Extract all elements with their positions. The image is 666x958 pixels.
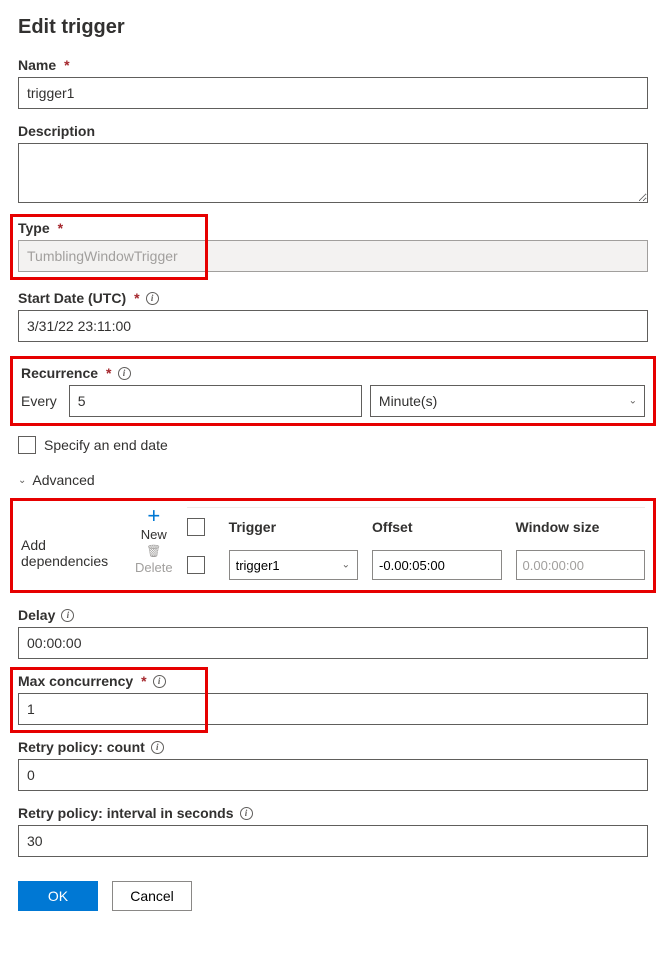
row-checkbox[interactable] xyxy=(187,556,205,574)
dependencies-header: Trigger Offset Window size xyxy=(187,514,645,546)
description-field: Description xyxy=(18,123,648,206)
page-title: Edit trigger xyxy=(18,16,648,39)
delay-label: Delay i xyxy=(18,607,648,623)
col-trigger: Trigger xyxy=(229,519,358,535)
recurrence-unit-wrap: Minute(s) ⌄ xyxy=(370,385,645,417)
type-label: Type* xyxy=(18,220,648,236)
cancel-button[interactable]: Cancel xyxy=(112,881,192,911)
ok-button[interactable]: OK xyxy=(18,881,98,911)
info-icon[interactable]: i xyxy=(118,367,131,380)
dependencies-actions: + New 🗑 Delete xyxy=(135,507,173,584)
every-input[interactable] xyxy=(69,385,362,417)
plus-icon[interactable]: + xyxy=(147,507,160,525)
dep-window-input[interactable] xyxy=(516,550,645,580)
max-concurrency-field: Max concurrency* i xyxy=(18,673,648,725)
delay-input[interactable] xyxy=(18,627,648,659)
dependencies-highlight: Add dependencies + New 🗑 Delete Trigger … xyxy=(10,498,656,593)
delay-field: Delay i xyxy=(18,607,648,659)
dep-trigger-select[interactable]: trigger1 xyxy=(229,550,358,580)
name-label: Name* xyxy=(18,57,648,73)
dep-offset-input[interactable] xyxy=(372,550,501,580)
type-field: Type* xyxy=(18,220,648,272)
retry-count-label: Retry policy: count i xyxy=(18,739,648,755)
footer: OK Cancel xyxy=(18,881,648,911)
start-date-field: Start Date (UTC)* i xyxy=(18,290,648,342)
name-input[interactable] xyxy=(18,77,648,109)
dependencies-label: Add dependencies xyxy=(21,507,121,584)
select-all-checkbox[interactable] xyxy=(187,518,205,536)
recurrence-unit-select[interactable]: Minute(s) xyxy=(370,385,645,417)
info-icon[interactable]: i xyxy=(240,807,253,820)
name-field: Name* xyxy=(18,57,648,109)
dep-trigger-wrap: trigger1 ⌄ xyxy=(229,550,358,580)
recurrence-highlight: Recurrence* i Every Minute(s) ⌄ xyxy=(10,356,656,426)
chevron-down-icon: ⌄ xyxy=(18,475,26,486)
start-date-input[interactable] xyxy=(18,310,648,342)
retry-count-input[interactable] xyxy=(18,759,648,791)
max-concurrency-label: Max concurrency* i xyxy=(18,673,648,689)
table-row: trigger1 ⌄ xyxy=(187,546,645,584)
recurrence-row: Every Minute(s) ⌄ xyxy=(21,385,645,417)
start-date-label: Start Date (UTC)* i xyxy=(18,290,648,306)
description-input[interactable] xyxy=(18,143,648,203)
retry-interval-input[interactable] xyxy=(18,825,648,857)
description-label: Description xyxy=(18,123,648,139)
end-date-label: Specify an end date xyxy=(44,437,168,453)
end-date-row: Specify an end date xyxy=(18,436,648,454)
recurrence-label: Recurrence* i xyxy=(21,365,645,381)
every-label: Every xyxy=(21,393,57,409)
info-icon[interactable]: i xyxy=(61,609,74,622)
info-icon[interactable]: i xyxy=(151,741,164,754)
delete-button: Delete xyxy=(135,560,173,575)
col-offset: Offset xyxy=(372,519,501,535)
retry-count-field: Retry policy: count i xyxy=(18,739,648,791)
col-window: Window size xyxy=(516,519,645,535)
retry-interval-field: Retry policy: interval in seconds i xyxy=(18,805,648,857)
trash-icon: 🗑 xyxy=(146,544,161,558)
retry-interval-label: Retry policy: interval in seconds i xyxy=(18,805,648,821)
new-button[interactable]: New xyxy=(141,527,167,542)
info-icon[interactable]: i xyxy=(153,675,166,688)
end-date-checkbox[interactable] xyxy=(18,436,36,454)
type-input xyxy=(18,240,648,272)
advanced-toggle[interactable]: ⌄ Advanced xyxy=(18,472,648,488)
max-concurrency-input[interactable] xyxy=(18,693,648,725)
info-icon[interactable]: i xyxy=(146,292,159,305)
dependencies-table: Trigger Offset Window size trigger1 ⌄ xyxy=(187,507,645,584)
dependencies-section: Add dependencies + New 🗑 Delete Trigger … xyxy=(21,507,645,584)
